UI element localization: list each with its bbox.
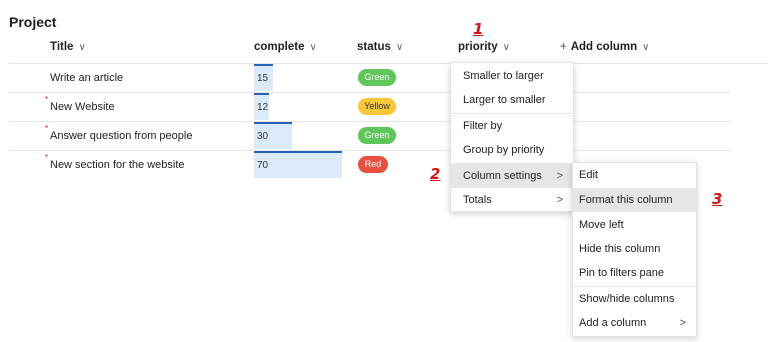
menu-item-label: Filter by bbox=[463, 120, 503, 132]
menu-item-label: Group by priority bbox=[463, 144, 545, 156]
add-column-label: Add column bbox=[570, 41, 638, 53]
menu-item-label: Edit bbox=[579, 169, 598, 181]
complete-value: 15 bbox=[257, 73, 269, 84]
menu-item-show-hide-columns[interactable]: Show/hide columns bbox=[573, 287, 696, 311]
menu-item-totals[interactable]: Totals > bbox=[451, 188, 573, 212]
menu-item-hide-this-column[interactable]: Hide this column bbox=[573, 237, 696, 261]
column-header-priority[interactable]: priority ∨ bbox=[458, 41, 510, 53]
menu-divider bbox=[451, 113, 573, 114]
menu-item-label: Column settings bbox=[463, 170, 542, 182]
complete-value: 70 bbox=[257, 160, 269, 171]
table-row[interactable]: Write an article 15 Green bbox=[9, 63, 768, 92]
cell-title[interactable]: Write an article bbox=[50, 72, 123, 84]
menu-item-label: Show/hide columns bbox=[579, 293, 675, 305]
chevron-down-icon: ∨ bbox=[395, 42, 404, 53]
status-badge: Green bbox=[358, 127, 396, 144]
annotation-marker: 2 bbox=[430, 165, 441, 183]
page-title: Project bbox=[9, 14, 57, 30]
menu-item-label: Larger to smaller bbox=[463, 94, 546, 106]
priority-column-menu: Smaller to larger Larger to smaller Filter… bbox=[450, 62, 574, 212]
menu-item-column-settings[interactable]: Column settings > bbox=[451, 164, 573, 188]
complete-progress-bar: 12 bbox=[254, 93, 269, 120]
menu-item-larger-to-smaller[interactable]: Larger to smaller bbox=[451, 88, 573, 112]
chevron-right-icon: > bbox=[556, 194, 563, 206]
column-complete-label: complete bbox=[254, 41, 305, 53]
complete-value: 12 bbox=[257, 102, 269, 113]
status-badge: Green bbox=[358, 69, 396, 86]
menu-item-label: Hide this column bbox=[579, 243, 661, 255]
menu-item-add-a-column[interactable]: Add a column > bbox=[573, 311, 696, 335]
complete-progress-bar: 30 bbox=[254, 122, 292, 149]
new-item-icon: * bbox=[45, 95, 49, 104]
column-header-title[interactable]: Title ∨ bbox=[50, 41, 86, 53]
chevron-down-icon: ∨ bbox=[642, 42, 650, 53]
column-settings-submenu: Edit Format this column Move left Hide this… bbox=[572, 162, 697, 337]
menu-item-label: Move left bbox=[579, 219, 624, 231]
chevron-down-icon: ∨ bbox=[502, 42, 510, 53]
status-badge: Red bbox=[358, 156, 388, 173]
menu-divider bbox=[451, 163, 573, 164]
annotation-marker: 1 bbox=[473, 20, 484, 38]
complete-progress-bar: 15 bbox=[254, 64, 273, 91]
column-status-label: status bbox=[357, 41, 391, 53]
cell-title[interactable]: Answer question from people bbox=[50, 130, 192, 142]
chevron-down-icon: ∨ bbox=[309, 42, 317, 53]
new-item-icon: * bbox=[45, 124, 49, 133]
table-row[interactable]: * Answer question from people 30 Green bbox=[9, 121, 730, 150]
menu-item-label: Totals bbox=[463, 194, 492, 206]
plus-icon: + bbox=[560, 41, 567, 53]
chevron-right-icon: > bbox=[679, 317, 686, 329]
column-title-label: Title bbox=[50, 41, 74, 53]
add-column-button[interactable]: + Add column ∨ bbox=[560, 41, 650, 53]
column-priority-label: priority bbox=[458, 41, 498, 53]
menu-item-label: Smaller to larger bbox=[463, 70, 544, 82]
menu-divider bbox=[451, 187, 573, 188]
menu-item-format-this-column[interactable]: Format this column bbox=[573, 188, 696, 212]
menu-item-label: Pin to filters pane bbox=[579, 267, 664, 279]
complete-progress-bar: 70 bbox=[254, 151, 342, 178]
menu-item-smaller-to-larger[interactable]: Smaller to larger bbox=[451, 64, 573, 88]
column-header-status[interactable]: status ∨ bbox=[357, 41, 403, 53]
cell-title[interactable]: New Website bbox=[50, 101, 115, 113]
menu-item-filter-by[interactable]: Filter by bbox=[451, 114, 573, 138]
menu-item-label: Format this column bbox=[579, 194, 673, 206]
new-item-icon: * bbox=[45, 153, 49, 162]
chevron-down-icon: ∨ bbox=[78, 42, 86, 53]
menu-item-group-by-priority[interactable]: Group by priority bbox=[451, 138, 573, 162]
chevron-right-icon: > bbox=[556, 170, 563, 182]
table-row[interactable]: * New Website 12 Yellow bbox=[9, 92, 730, 121]
menu-item-pin-to-filters-pane[interactable]: Pin to filters pane bbox=[573, 261, 696, 285]
menu-item-move-left[interactable]: Move left bbox=[573, 213, 696, 237]
menu-item-label: Add a column bbox=[579, 317, 647, 329]
menu-item-edit[interactable]: Edit bbox=[573, 163, 696, 187]
status-badge: Yellow bbox=[358, 98, 396, 115]
column-header-complete[interactable]: complete ∨ bbox=[254, 41, 317, 53]
menu-divider bbox=[573, 286, 696, 287]
cell-title[interactable]: New section for the website bbox=[50, 159, 185, 171]
complete-value: 30 bbox=[257, 131, 269, 142]
annotation-marker: 3 bbox=[712, 190, 723, 208]
